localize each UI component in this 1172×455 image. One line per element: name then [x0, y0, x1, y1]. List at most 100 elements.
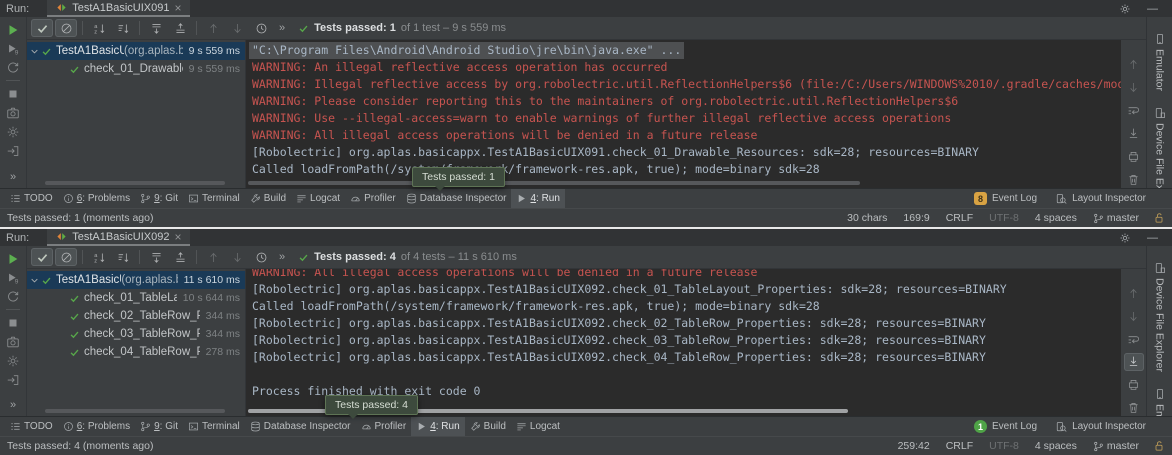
sort-by-duration-button[interactable] — [112, 19, 134, 37]
previous-occurrence-button[interactable] — [202, 19, 224, 37]
test-tree-row[interactable]: check_04_TableRow_Properties 278 ms — [27, 343, 245, 361]
next-occurrence-button[interactable] — [226, 248, 248, 266]
rerun-failed-tests-button[interactable] — [3, 39, 23, 58]
stripe-tool-window-tab[interactable]: Device File Explorer — [1154, 262, 1166, 372]
rerun-button[interactable] — [3, 20, 23, 39]
tool-window-tab[interactable]: Terminal — [183, 417, 245, 436]
tool-window-tab[interactable]: Profiler — [345, 189, 401, 208]
tool-window-tab[interactable]: Build — [465, 417, 511, 436]
scroll-to-end-button[interactable] — [1124, 124, 1144, 142]
soft-wrap-button[interactable] — [1124, 330, 1144, 348]
chevron-down-icon[interactable] — [30, 47, 39, 56]
tool-window-tab[interactable]: 6: Problems — [58, 417, 135, 436]
layout-inspector-button[interactable]: Layout Inspector — [1055, 193, 1146, 205]
status-message[interactable]: Tests passed: 1 (moments ago) — [7, 212, 153, 224]
minimize-icon[interactable]: — — [1147, 3, 1158, 15]
import-test-results-button[interactable] — [3, 141, 23, 160]
tool-window-tab[interactable]: TODO — [5, 189, 58, 208]
tool-window-tab[interactable]: 9: Git — [135, 189, 183, 208]
tool-window-tab[interactable]: Database Inspector — [401, 189, 512, 208]
status-widget[interactable]: 4 spaces — [1035, 440, 1077, 452]
tree-horizontal-scrollbar[interactable] — [45, 181, 225, 185]
test-history-button[interactable] — [250, 19, 272, 37]
show-ignored-button[interactable] — [55, 19, 77, 37]
previous-occurrence-button[interactable] — [202, 248, 224, 266]
more-options-chevrons[interactable]: » — [10, 171, 16, 183]
up-the-stack-trace-button[interactable] — [1124, 285, 1144, 303]
status-widget[interactable]: UTF-8 — [989, 212, 1019, 224]
layout-inspector-button[interactable]: Layout Inspector — [1055, 421, 1146, 433]
close-icon[interactable]: × — [174, 231, 181, 243]
event-log-button[interactable]: 8 Event Log — [974, 192, 1037, 205]
clear-all-button[interactable] — [1124, 170, 1144, 188]
toggle-auto-test-button[interactable] — [3, 58, 23, 77]
test-tree-row[interactable]: check_01_TableLayout_Propertie 10 s 644 … — [27, 289, 245, 307]
profile-button[interactable] — [3, 122, 23, 141]
write-access-lock-icon[interactable] — [1153, 212, 1165, 224]
close-icon[interactable]: × — [174, 2, 181, 14]
show-passed-button[interactable] — [31, 248, 53, 266]
test-tree-row[interactable]: TestA1BasicUIX092 (org.aplas.basica 11 s… — [27, 271, 245, 289]
tool-window-tab[interactable]: Logcat — [511, 417, 565, 436]
rerun-button[interactable] — [3, 249, 23, 268]
status-widget[interactable]: CRLF — [946, 440, 973, 452]
tool-window-tab[interactable]: Terminal — [183, 189, 245, 208]
more-toolbar-chevrons[interactable]: » — [274, 22, 290, 34]
collapse-all-button[interactable] — [169, 248, 191, 266]
expand-all-button[interactable] — [145, 19, 167, 37]
collapse-all-button[interactable] — [169, 19, 191, 37]
tool-window-tab[interactable]: TODO — [5, 417, 58, 436]
stop-button[interactable] — [3, 84, 23, 103]
git-branch-widget[interactable]: master — [1093, 212, 1139, 224]
status-message[interactable]: Tests passed: 4 (moments ago) — [7, 440, 153, 452]
stop-button[interactable] — [3, 313, 23, 332]
profile-button[interactable] — [3, 351, 23, 370]
gear-icon[interactable] — [1119, 3, 1131, 15]
toggle-auto-test-button[interactable] — [3, 287, 23, 306]
test-tree-row[interactable]: check_03_TableRow_Properties 344 ms — [27, 325, 245, 343]
status-widget[interactable]: 30 chars — [847, 212, 887, 224]
sort-alphabetically-button[interactable] — [88, 248, 110, 266]
chevron-down-icon[interactable] — [30, 276, 39, 285]
status-widget[interactable]: 259:42 — [898, 440, 930, 452]
test-tree-row[interactable]: check_02_TableRow_Properties 344 ms — [27, 307, 245, 325]
next-occurrence-button[interactable] — [226, 19, 248, 37]
gear-icon[interactable] — [1119, 232, 1131, 244]
show-ignored-button[interactable] — [55, 248, 77, 266]
import-test-results-button[interactable] — [3, 370, 23, 389]
screenshot-button[interactable] — [3, 103, 23, 122]
run-config-tab[interactable]: TestA1BasicUIX092 × — [47, 229, 190, 246]
down-the-stack-trace-button[interactable] — [1124, 308, 1144, 326]
rerun-failed-tests-button[interactable] — [3, 268, 23, 287]
screenshot-button[interactable] — [3, 332, 23, 351]
run-config-tab[interactable]: TestA1BasicUIX091 × — [47, 0, 190, 17]
down-the-stack-trace-button[interactable] — [1124, 79, 1144, 97]
tool-window-tab[interactable]: 9: Git — [135, 417, 183, 436]
console-horizontal-scrollbar[interactable] — [248, 181, 860, 185]
sort-alphabetically-button[interactable] — [88, 19, 110, 37]
more-options-chevrons[interactable]: » — [10, 399, 16, 411]
tool-window-tab[interactable]: Database Inspector — [245, 417, 356, 436]
stripe-tool-window-tab[interactable]: Emulator — [1154, 33, 1166, 91]
tree-horizontal-scrollbar[interactable] — [45, 409, 225, 413]
up-the-stack-trace-button[interactable] — [1124, 56, 1144, 74]
status-widget[interactable]: CRLF — [946, 212, 973, 224]
show-passed-button[interactable] — [31, 19, 53, 37]
tool-window-tab[interactable]: Profiler — [356, 417, 412, 436]
status-widget[interactable]: 169:9 — [903, 212, 929, 224]
git-branch-widget[interactable]: master — [1093, 440, 1139, 452]
clear-all-button[interactable] — [1124, 398, 1144, 416]
write-access-lock-icon[interactable] — [1153, 440, 1165, 452]
tool-window-tab[interactable]: Build — [245, 189, 291, 208]
tool-window-tab[interactable]: 6: Problems — [58, 189, 135, 208]
print-button[interactable] — [1124, 147, 1144, 165]
sort-by-duration-button[interactable] — [112, 248, 134, 266]
event-log-button[interactable]: 1 Event Log — [974, 420, 1037, 433]
expand-all-button[interactable] — [145, 248, 167, 266]
more-toolbar-chevrons[interactable]: » — [274, 251, 290, 263]
scroll-to-end-button[interactable] — [1124, 353, 1144, 371]
minimize-icon[interactable]: — — [1147, 232, 1158, 244]
status-widget[interactable]: 4 spaces — [1035, 212, 1077, 224]
tool-window-tab[interactable]: 4: Run — [411, 417, 464, 436]
print-button[interactable] — [1124, 376, 1144, 394]
